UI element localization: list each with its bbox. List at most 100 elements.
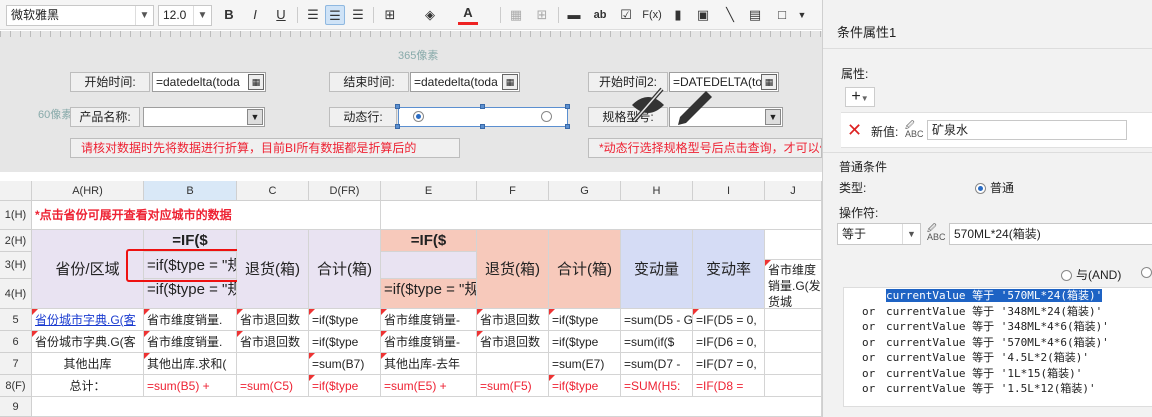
chevron-down-icon[interactable]: ▼ (765, 109, 781, 125)
cell-total-header[interactable]: 合计(箱) (309, 230, 381, 309)
row-header[interactable]: 8(F) (0, 375, 32, 397)
radio-option-2[interactable] (541, 111, 552, 122)
frame-icon[interactable]: □ (772, 5, 792, 25)
text-insert-button[interactable]: ab (590, 5, 610, 25)
column-header[interactable]: I (693, 181, 765, 201)
row-header[interactable]: 7 (0, 353, 32, 375)
cell-c5[interactable]: 省市退回数 (237, 309, 309, 331)
corner-cell[interactable] (0, 181, 32, 201)
column-header[interactable]: G (549, 181, 621, 201)
operator-select[interactable]: 等于 ▼ (837, 223, 921, 245)
insert-row-icon[interactable]: ▬ (564, 5, 584, 25)
value-type-icon[interactable]: 🖉 ABC (905, 121, 924, 139)
or-radio[interactable] (1141, 267, 1152, 278)
resize-handle[interactable] (480, 104, 485, 109)
row-header[interactable]: 1(H) (0, 201, 32, 230)
cell-i5[interactable]: =IF(D5 = 0, (693, 309, 765, 331)
align-right-icon[interactable]: ☰ (348, 5, 368, 25)
cell-h7[interactable]: =sum(D7 - (621, 353, 693, 375)
add-attribute-button[interactable]: +▼ (845, 87, 875, 107)
column-header[interactable]: D(FR) (309, 181, 381, 201)
merge-cell-icon[interactable]: ▦ (506, 5, 526, 25)
font-size-select[interactable]: 12.0 ▼ (158, 5, 212, 26)
cell-a8[interactable]: 总计： (32, 375, 144, 397)
cell-i8[interactable]: =IF(D8 = (693, 375, 765, 397)
column-header[interactable]: B (144, 181, 237, 201)
resize-handle[interactable] (395, 104, 400, 109)
formula-button[interactable]: F(x) (640, 5, 664, 25)
and-radio[interactable]: 与(AND) (1061, 266, 1121, 283)
cell-d8[interactable]: =if($type (309, 375, 381, 397)
chevron-down-icon[interactable]: ▼ (792, 5, 812, 25)
column-header[interactable]: F (477, 181, 549, 201)
cell-e5[interactable]: 省市维度销量- (381, 309, 477, 331)
image-icon[interactable]: ▣ (693, 5, 713, 25)
cell-f7[interactable] (477, 353, 549, 375)
cell-change-rate-header[interactable]: 变动率 (693, 230, 765, 309)
rich-text-icon[interactable]: ☑ (616, 5, 636, 25)
cell-c7[interactable] (237, 353, 309, 375)
slash-icon[interactable]: ╲ (720, 5, 740, 25)
cell-a7[interactable]: 其他出库 (32, 353, 144, 375)
cell-j6[interactable] (765, 331, 822, 353)
row-header[interactable]: 2(H) (0, 230, 32, 252)
cell-e8[interactable]: =sum(E5) + (381, 375, 477, 397)
cell-h8[interactable]: =SUM(H5: (621, 375, 693, 397)
condition-item[interactable]: or currentValue 等于 '348ML*4*6(箱装)' (844, 319, 1152, 335)
resize-handle[interactable] (480, 124, 485, 129)
cell-g5[interactable]: =if($type (549, 309, 621, 331)
cell-returns2-header[interactable]: 退货(箱) (477, 230, 549, 309)
cell-d5[interactable]: =if($type (309, 309, 381, 331)
condition-item[interactable]: or currentValue 等于 '4.5L*2(箱装)' (844, 350, 1152, 366)
column-header[interactable]: C (237, 181, 309, 201)
cell-a9[interactable] (32, 397, 822, 417)
border-icon[interactable]: ⊞ (380, 5, 400, 25)
cell-b4[interactable]: =if($type = "规格编码" (144, 279, 237, 309)
hide-widget-icon[interactable] (628, 83, 718, 127)
cell-h5[interactable]: =sum(D5 - G5) (621, 309, 693, 331)
end-time-field[interactable]: =datedelta(toda ▦ (410, 72, 520, 92)
cell-a6[interactable]: 省份城市字典.G(客 (32, 331, 144, 353)
type-radio-normal[interactable]: 普通 (975, 179, 1014, 196)
resize-handle[interactable] (565, 124, 570, 129)
delete-icon[interactable]: ✕ (847, 121, 862, 139)
sub-report-icon[interactable]: ▤ (745, 5, 765, 25)
align-center-icon[interactable]: ☰ (325, 5, 345, 25)
column-header[interactable]: A(HR) (32, 181, 144, 201)
cell-e1[interactable] (381, 201, 822, 230)
cell-b8[interactable]: =sum(B5) + (144, 375, 237, 397)
row-header[interactable]: 6 (0, 331, 32, 353)
column-header[interactable]: J (765, 181, 822, 201)
report-grid[interactable]: A(HR) B C D(FR) E F G H I J 1(H) 2(H) 3(… (0, 181, 822, 417)
row-header[interactable]: 9 (0, 397, 32, 417)
cell-i6[interactable]: =IF(D6 = 0, (693, 331, 765, 353)
text-color-icon[interactable]: A (458, 5, 478, 25)
cell-e3[interactable] (381, 252, 477, 279)
resize-handle[interactable] (565, 104, 570, 109)
value-type-icon[interactable]: 🖉 ABC (927, 224, 946, 242)
row-header[interactable]: 5 (0, 309, 32, 331)
cell-e4[interactable]: =if($type = "规格编码" (381, 279, 477, 309)
cell-g7[interactable]: =sum(E7) (549, 353, 621, 375)
cell-e2[interactable]: =IF($ (381, 230, 477, 252)
condition-item[interactable]: or currentValue 等于 '570ML*4*6(箱装)' (844, 335, 1152, 351)
cell-h6[interactable]: =sum(if($ (621, 331, 693, 353)
bold-button[interactable]: B (219, 5, 239, 25)
unmerge-cell-icon[interactable]: ⊞ (532, 5, 552, 25)
row-header[interactable]: 4(H) (0, 279, 32, 309)
cell-j8[interactable] (765, 375, 822, 397)
cell-j7[interactable] (765, 353, 822, 375)
cell-returns-header[interactable]: 退货(箱) (237, 230, 309, 309)
italic-button[interactable]: I (245, 5, 265, 25)
chart-icon[interactable]: ▮ (668, 5, 688, 25)
cell-b5[interactable]: 省市维度销量. (144, 309, 237, 331)
cell-j2[interactable] (765, 230, 822, 260)
start-time-field[interactable]: =datedelta(toda ▦ (152, 72, 266, 92)
cell-f5[interactable]: 省市退回数 (477, 309, 549, 331)
condition-item[interactable]: or currentValue 等于 '1.5L*12(箱装)' (844, 381, 1152, 397)
condition-item[interactable]: or currentValue 等于 '348ML*24(箱装)' (844, 304, 1152, 320)
chevron-down-icon[interactable]: ▼ (247, 109, 263, 125)
calendar-icon[interactable]: ▦ (248, 74, 264, 90)
cell-b6[interactable]: 省市维度销量. (144, 331, 237, 353)
condition-list[interactable]: currentValue 等于 '570ML*24(箱装)' or currentV… (843, 287, 1152, 407)
